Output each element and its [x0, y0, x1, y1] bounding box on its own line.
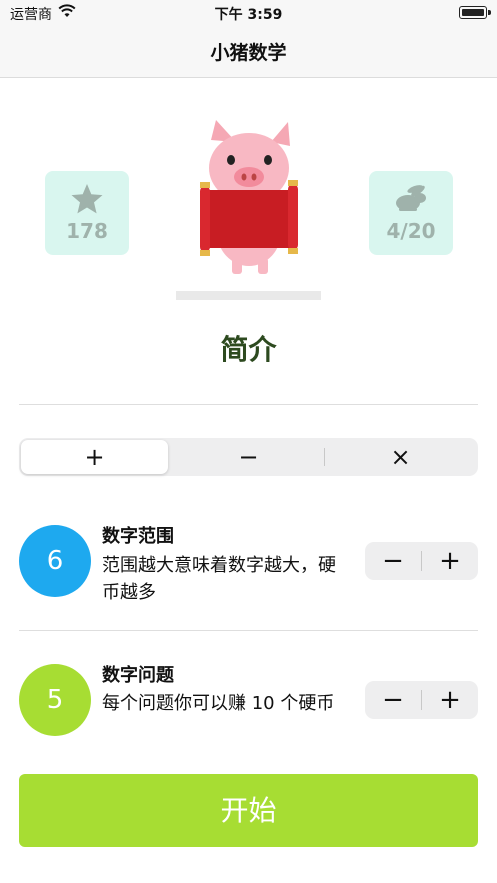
- coins-badge: 178: [45, 171, 129, 255]
- range-title: 数字范围: [102, 526, 174, 547]
- range-description: 范围越大意味着数字越大，硬币越多: [102, 555, 336, 603]
- range-stepper: − +: [365, 542, 478, 580]
- nav-bar: 小猪数学: [0, 26, 497, 78]
- start-button[interactable]: 开始: [19, 774, 478, 847]
- questions-stepper: − +: [365, 681, 478, 719]
- mascot-shadow-bar: [176, 291, 321, 300]
- star-icon: [71, 184, 103, 214]
- operation-segmented-control: + − ×: [19, 438, 478, 476]
- intro-button[interactable]: 简介: [0, 328, 497, 368]
- rabbit-icon: [396, 185, 426, 211]
- range-increment-button[interactable]: +: [422, 542, 478, 580]
- battery-icon: [459, 6, 491, 19]
- range-value-badge: 6: [19, 525, 91, 597]
- progress-count: 4/20: [386, 219, 436, 243]
- questions-description: 每个问题你可以赚 10 个硬币: [102, 693, 335, 714]
- range-decrement-button[interactable]: −: [365, 542, 421, 580]
- questions-title: 数字问题: [102, 665, 174, 686]
- status-bar: 运营商 下午 3:59: [0, 0, 497, 26]
- page-title: 小猪数学: [210, 42, 287, 64]
- divider: [19, 404, 478, 405]
- segment-subtract[interactable]: −: [175, 440, 322, 474]
- segment-multiply[interactable]: ×: [327, 440, 474, 474]
- coins-count: 178: [66, 219, 108, 243]
- questions-decrement-button[interactable]: −: [365, 681, 421, 719]
- questions-increment-button[interactable]: +: [422, 681, 478, 719]
- questions-value-badge: 5: [19, 664, 91, 736]
- segment-add[interactable]: +: [21, 440, 168, 474]
- progress-badge: 4/20: [369, 171, 453, 255]
- pig-mascot-image: [200, 120, 298, 274]
- segment-separator: [324, 448, 325, 466]
- divider: [19, 630, 478, 631]
- clock: 下午 3:59: [214, 7, 283, 23]
